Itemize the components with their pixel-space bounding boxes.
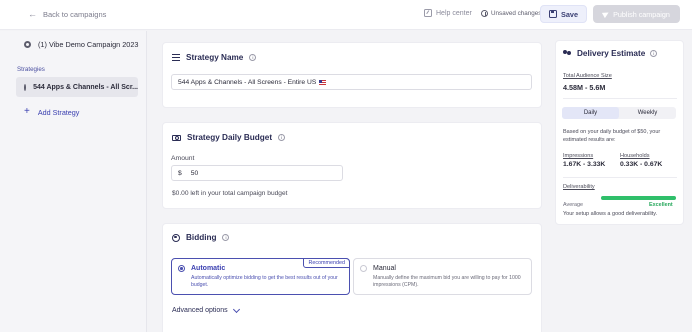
strategy-item-label: 544 Apps & Channels - All Scr...: [33, 83, 138, 91]
automatic-bidding-option[interactable]: Automatic Automatically optimize bidding…: [171, 258, 350, 295]
cash-icon: [172, 134, 181, 141]
advanced-options-label: Advanced options: [172, 307, 228, 314]
sidebar-strategy-item[interactable]: 544 Apps & Channels - All Scr...: [16, 77, 138, 97]
automatic-title: Automatic: [191, 265, 226, 272]
save-button[interactable]: Save: [540, 5, 587, 23]
households-value: 0.33K - 0.67K: [620, 161, 663, 168]
excellent-label: Excellent: [649, 202, 673, 208]
amount-input[interactable]: $ 50: [171, 165, 343, 181]
amount-value: 50: [190, 169, 199, 177]
chevron-down-icon: [232, 305, 240, 313]
target-icon: [172, 233, 180, 242]
unsaved-label: Unsaved changes: [491, 10, 542, 17]
info-icon[interactable]: i: [278, 134, 286, 141]
recommended-badge: Recommended: [303, 258, 350, 268]
bidding-title-text: Bidding: [186, 233, 217, 242]
toggle-daily[interactable]: Daily: [562, 107, 619, 119]
delivery-estimate-title: Delivery Estimate i: [563, 49, 658, 58]
back-label: Back to campaigns: [43, 9, 107, 19]
help-center-link[interactable]: Help center: [424, 9, 472, 17]
publish-campaign-button[interactable]: Publish campaign: [593, 5, 680, 23]
divider: [563, 177, 677, 178]
manual-bidding-option[interactable]: Manual Manually define the maximum bid y…: [353, 258, 532, 295]
manual-radio[interactable]: [360, 265, 367, 272]
sidebar-campaign-item[interactable]: (1) Vibe Demo Campaign 2023: [24, 40, 138, 49]
campaign-icon: [24, 41, 31, 48]
divider: [563, 98, 677, 99]
automatic-radio[interactable]: [178, 265, 185, 272]
publish-label: Publish campaign: [613, 9, 670, 19]
clock-icon: [481, 10, 488, 17]
info-icon[interactable]: i: [222, 234, 230, 241]
delivery-title-text: Delivery Estimate: [577, 49, 646, 58]
advanced-options-toggle[interactable]: Advanced options: [172, 305, 240, 314]
currency-symbol: $: [178, 169, 182, 177]
add-strategy-button[interactable]: + Add Strategy: [24, 107, 79, 117]
budget-title-text: Strategy Daily Budget: [187, 133, 273, 142]
manual-title: Manual: [373, 265, 396, 272]
budget-title: Strategy Daily Budget i: [172, 133, 286, 142]
list-icon: [172, 54, 180, 61]
sidebar: (1) Vibe Demo Campaign 2023 Strategies 5…: [0, 31, 147, 332]
help-label: Help center: [436, 9, 472, 17]
budget-explanation: Based on your daily budget of $50, your …: [563, 129, 661, 143]
amount-label: Amount: [171, 155, 195, 162]
deliverability-bar: [601, 196, 676, 200]
info-icon[interactable]: i: [249, 54, 257, 61]
send-icon: [602, 9, 611, 19]
strategy-icon: [24, 83, 30, 91]
arrow-left-icon: ←: [28, 9, 37, 19]
floppy-disk-icon: [548, 10, 557, 18]
top-bar: ← Back to campaigns Help center Unsaved …: [0, 0, 692, 30]
strategies-heading: Strategies: [17, 66, 45, 73]
impressions-value: 1.67K - 3.33K: [563, 161, 606, 168]
impressions-label: Impressions: [563, 153, 594, 159]
audience-size-label: Total Audience Size: [563, 73, 612, 79]
strategy-name-value: 544 Apps & Channels - All Screens - Enti…: [178, 78, 317, 86]
info-icon[interactable]: i: [650, 50, 658, 57]
us-flag-icon: [319, 79, 327, 85]
unsaved-status: Unsaved changes: [481, 10, 541, 17]
edit-icon: [424, 9, 432, 17]
average-label: Average: [563, 202, 583, 208]
plus-icon: +: [24, 106, 30, 117]
strategy-name-title: Strategy Name i: [172, 53, 257, 62]
add-strategy-label: Add Strategy: [37, 107, 80, 117]
deliverability-label: Deliverability: [563, 184, 595, 190]
back-to-campaigns-link[interactable]: ← Back to campaigns: [28, 9, 106, 19]
save-label: Save: [560, 9, 579, 19]
period-toggle: Daily Weekly: [562, 107, 676, 119]
toggle-weekly[interactable]: Weekly: [619, 107, 676, 119]
manual-desc: Manually define the maximum bid you are …: [373, 275, 521, 289]
strategy-name-input[interactable]: 544 Apps & Channels - All Screens - Enti…: [171, 74, 532, 90]
deliverability-bar-fill: [601, 196, 676, 200]
bidding-title: Bidding i: [172, 233, 230, 242]
households-label: Households: [620, 153, 650, 159]
automatic-desc: Automatically optimize bidding to get th…: [191, 275, 338, 289]
people-icon: [563, 50, 572, 57]
budget-note: $0.00 left in your total campaign budget: [172, 190, 288, 197]
strategy-name-title-text: Strategy Name: [186, 53, 244, 62]
campaign-name: (1) Vibe Demo Campaign 2023: [38, 40, 139, 49]
deliverability-footer: Your setup allows a good deliverability.: [563, 211, 658, 217]
audience-size-value: 4.58M - 5.6M: [563, 83, 606, 92]
